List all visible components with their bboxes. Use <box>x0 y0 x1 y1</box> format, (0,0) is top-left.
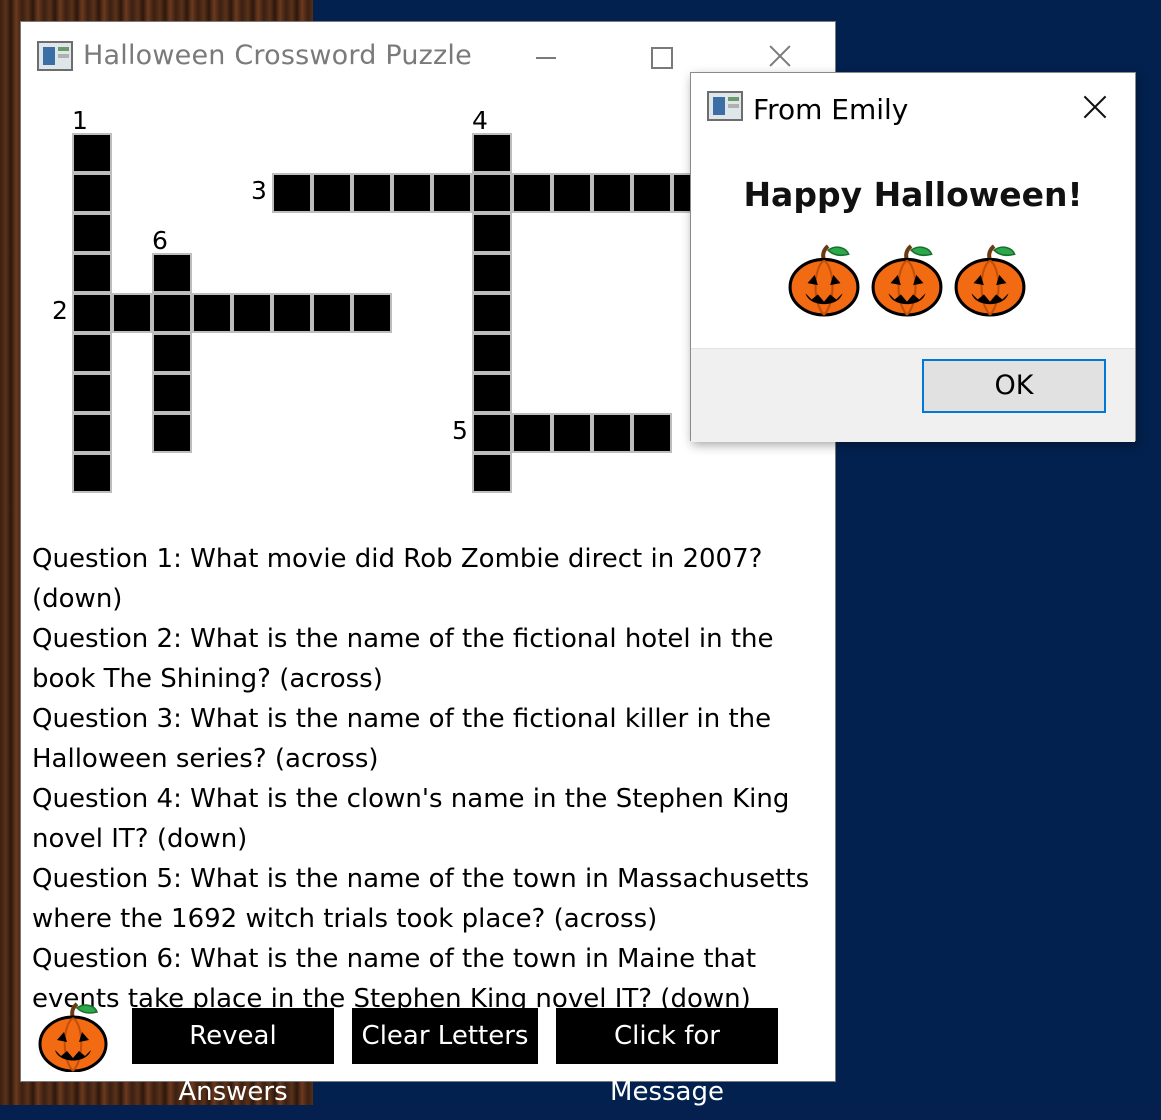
app-icon <box>37 41 73 71</box>
crossword-cell[interactable] <box>512 173 552 213</box>
crossword-cell[interactable] <box>272 293 312 333</box>
crossword-cell[interactable] <box>352 293 392 333</box>
question-5: Question 5: What is the name of the town… <box>32 864 810 934</box>
crossword-cell[interactable] <box>72 253 112 293</box>
crossword-cell[interactable] <box>72 133 112 173</box>
crossword-cell[interactable] <box>232 293 272 333</box>
window-title: Halloween Crossword Puzzle <box>83 40 472 71</box>
pumpkin-row <box>787 243 1037 319</box>
crossword-cell[interactable] <box>552 173 592 213</box>
question-3: Question 3: What is the name of the fict… <box>32 704 772 774</box>
app-icon <box>707 91 743 121</box>
reveal-answers-button[interactable]: Reveal Answers <box>132 1008 334 1107</box>
maximize-icon[interactable] <box>649 40 683 74</box>
pumpkin-icon <box>870 243 944 317</box>
dialog-footer: OK <box>691 348 1135 442</box>
crossword-cell[interactable] <box>72 413 112 453</box>
minimize-icon[interactable] <box>532 40 566 74</box>
crossword-cell[interactable] <box>72 373 112 413</box>
crossword-cell[interactable] <box>632 173 672 213</box>
crossword-cell[interactable] <box>152 253 192 293</box>
crossword-cell[interactable] <box>72 213 112 253</box>
crossword-cell[interactable] <box>352 173 392 213</box>
question-2: Question 2: What is the name of the fict… <box>32 624 774 694</box>
clue-number-4: 4 <box>472 106 488 135</box>
crossword-cell[interactable] <box>472 293 512 333</box>
crossword-cell[interactable] <box>152 293 192 333</box>
question-6: Question 6: What is the name of the town… <box>32 944 757 1014</box>
clear-letters-button[interactable]: Clear Letters <box>352 1008 538 1064</box>
crossword-cell[interactable] <box>432 173 472 213</box>
crossword-cell[interactable] <box>472 253 512 293</box>
crossword-cell[interactable] <box>472 173 512 213</box>
dialog-title: From Emily <box>753 93 909 126</box>
crossword-cell[interactable] <box>312 173 352 213</box>
dialog-heading: Happy Halloween! <box>743 175 1083 214</box>
crossword-cell[interactable] <box>72 333 112 373</box>
crossword-cell[interactable] <box>472 373 512 413</box>
crossword-cell[interactable] <box>192 293 232 333</box>
clue-number-2: 2 <box>52 296 68 325</box>
crossword-cell[interactable] <box>472 133 512 173</box>
pumpkin-icon[interactable] <box>37 1002 109 1073</box>
crossword-cell[interactable] <box>112 293 152 333</box>
close-icon[interactable] <box>764 40 798 74</box>
click-for-message-button[interactable]: Click for Message <box>556 1008 778 1107</box>
clue-number-1: 1 <box>72 106 88 135</box>
crossword-cell[interactable] <box>472 413 512 453</box>
crossword-cell[interactable] <box>472 453 512 493</box>
crossword-cell[interactable] <box>152 413 192 453</box>
crossword-cell[interactable] <box>632 413 672 453</box>
crossword-cell[interactable] <box>512 413 552 453</box>
ok-button[interactable]: OK <box>922 359 1106 413</box>
crossword-cell[interactable] <box>552 413 592 453</box>
crossword-cell[interactable] <box>312 293 352 333</box>
crossword-cell[interactable] <box>592 173 632 213</box>
crossword-cell[interactable] <box>72 293 112 333</box>
crossword-cell[interactable] <box>592 413 632 453</box>
crossword-cell[interactable] <box>72 173 112 213</box>
pumpkin-icon <box>787 243 861 317</box>
crossword-cell[interactable] <box>72 453 112 493</box>
pumpkin-icon <box>953 243 1027 317</box>
clue-number-5: 5 <box>452 416 468 445</box>
crossword-cell[interactable] <box>152 373 192 413</box>
clue-number-3: 3 <box>251 176 267 205</box>
message-dialog: From Emily Happy Halloween! OK <box>690 72 1136 442</box>
question-4: Question 4: What is the clown's name in … <box>32 784 790 854</box>
crossword-cell[interactable] <box>472 213 512 253</box>
close-icon[interactable] <box>1081 93 1111 123</box>
clue-number-6: 6 <box>152 226 168 255</box>
crossword-cell[interactable] <box>392 173 432 213</box>
crossword-cell[interactable] <box>272 173 312 213</box>
question-1: Question 1: What movie did Rob Zombie di… <box>32 544 763 614</box>
crossword-cell[interactable] <box>152 333 192 373</box>
crossword-cell[interactable] <box>472 333 512 373</box>
questions-list: Question 1: What movie did Rob Zombie di… <box>32 539 832 1019</box>
